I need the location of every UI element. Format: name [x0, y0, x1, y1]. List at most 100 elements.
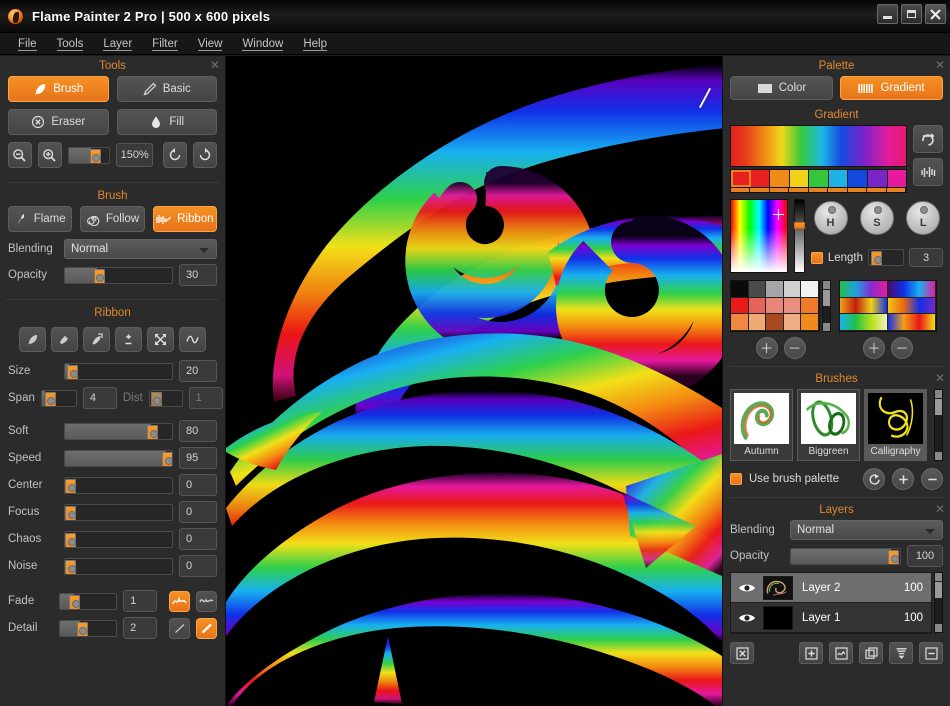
eraser-tool-button[interactable]: Eraser	[8, 109, 109, 135]
layers-panel-close-icon[interactable]: ✕	[935, 503, 945, 515]
basic-tool-button[interactable]: Basic	[116, 76, 217, 102]
ribbon-span-slider[interactable]	[40, 389, 77, 407]
ribbon-speed-slider[interactable]	[64, 449, 173, 467]
remove-color-button[interactable]: －	[783, 337, 806, 359]
ribbon-size-slider[interactable]	[64, 362, 173, 380]
color-palette-scrollbar[interactable]	[822, 280, 831, 332]
wave-a-icon[interactable]	[169, 590, 191, 612]
tab-gradient[interactable]: Gradient	[840, 76, 943, 100]
ribbon-focus-slider[interactable]	[64, 503, 173, 521]
ribbon-size-value[interactable]: 20	[179, 360, 217, 382]
duplicate-layer-icon[interactable]	[859, 642, 883, 664]
zoom-value[interactable]: 150%	[116, 143, 154, 167]
gradient-swatch-2[interactable]	[770, 170, 790, 187]
gradient-swatch-3[interactable]	[789, 170, 810, 187]
ribbon-center-value[interactable]: 0	[179, 474, 217, 496]
zoom-in-icon[interactable]	[37, 142, 62, 168]
layer-blending-select[interactable]: Normal	[790, 520, 943, 540]
ribbon-detail-value[interactable]: 2	[123, 617, 158, 639]
wave-icon[interactable]	[179, 327, 206, 352]
pen-icon[interactable]	[51, 327, 78, 352]
layer-opacity-value[interactable]: 100	[907, 545, 943, 567]
ribbon-mode-button[interactable]: Ribbon	[152, 206, 217, 232]
zoom-out-icon[interactable]	[8, 142, 32, 168]
plus-minus-icon[interactable]	[115, 327, 142, 352]
palette-panel-close-icon[interactable]: ✕	[935, 59, 945, 71]
ribbon-noise-value[interactable]: 0	[179, 555, 217, 577]
ribbon-dist-value[interactable]: 1	[188, 387, 223, 409]
line-thin-icon[interactable]	[169, 617, 191, 639]
loop-arrow-icon[interactable]	[913, 125, 943, 153]
layer-visibility-icon-2[interactable]	[731, 582, 763, 594]
brush-opacity-value[interactable]: 30	[179, 264, 217, 286]
brush-item-calligraphy[interactable]: Calligraphy	[864, 389, 927, 461]
brush-tool-button[interactable]: Brush	[8, 76, 109, 102]
luminance-handle[interactable]	[793, 222, 805, 229]
close-button[interactable]	[925, 4, 946, 24]
table-row[interactable]: Layer 2 100	[731, 573, 931, 603]
gradient-swatch-1[interactable]	[750, 170, 771, 187]
ribbon-dist-slider[interactable]	[148, 389, 183, 407]
color-palette-grid[interactable]	[730, 280, 820, 332]
follow-mode-button[interactable]: Follow	[80, 206, 145, 232]
ribbon-speed-value[interactable]: 95	[179, 447, 217, 469]
menu-window[interactable]: Window	[232, 36, 293, 52]
rotate-right-icon[interactable]	[193, 142, 217, 168]
ribbon-chaos-slider[interactable]	[64, 530, 173, 548]
ribbon-noise-slider[interactable]	[64, 557, 173, 575]
gradient-swatch-8[interactable]	[887, 170, 907, 187]
brush-item-biggreen[interactable]: Biggreen	[797, 389, 860, 461]
layer-list-scrollbar[interactable]	[934, 572, 943, 633]
gradient-swatch-4[interactable]	[809, 170, 829, 187]
ribbon-center-slider[interactable]	[64, 476, 173, 494]
add-gradient-button[interactable]: ＋	[863, 337, 885, 359]
gradient-preview-strip[interactable]	[730, 125, 907, 167]
zoom-slider[interactable]	[67, 146, 111, 164]
remove-gradient-button[interactable]: －	[891, 337, 913, 359]
merge-layer-icon[interactable]	[889, 642, 913, 664]
gradient-swatch-6[interactable]	[848, 170, 868, 187]
menu-tools[interactable]: Tools	[47, 36, 94, 52]
gradient-swatch-5[interactable]	[828, 170, 849, 187]
menu-view[interactable]: View	[188, 36, 233, 52]
tools-panel-close-icon[interactable]: ✕	[210, 59, 220, 71]
ribbon-soft-slider[interactable]	[64, 422, 173, 440]
hue-knob[interactable]: H	[813, 201, 848, 235]
delete-layer-icon[interactable]	[919, 642, 943, 664]
ribbon-detail-slider[interactable]	[59, 619, 118, 637]
ribbon-focus-value[interactable]: 0	[179, 501, 217, 523]
ribbon-chaos-value[interactable]: 0	[179, 528, 217, 550]
expand-icon[interactable]	[147, 327, 174, 352]
brushes-panel-close-icon[interactable]: ✕	[935, 372, 945, 384]
effect-layer-icon[interactable]	[829, 642, 853, 664]
ribbon-fade-value[interactable]: 1	[123, 590, 158, 612]
brush-opacity-slider[interactable]	[64, 266, 173, 284]
line-thick-icon[interactable]	[196, 617, 218, 639]
hsl-picker[interactable]	[730, 199, 788, 273]
wave-b-icon[interactable]	[196, 590, 218, 612]
menu-filter[interactable]: Filter	[142, 36, 188, 52]
quill-icon[interactable]	[19, 327, 46, 352]
canvas-area[interactable]	[226, 56, 722, 706]
rotate-left-icon[interactable]	[163, 142, 188, 168]
saturation-knob[interactable]: S	[859, 201, 894, 235]
flame-mode-button[interactable]: Flame	[8, 206, 73, 232]
ribbon-fade-slider[interactable]	[59, 592, 118, 610]
gradient-swatch-0[interactable]	[731, 170, 751, 187]
equalizer-icon[interactable]	[913, 158, 943, 186]
menu-help[interactable]: Help	[293, 36, 337, 52]
pen-arrow-icon[interactable]	[83, 327, 110, 352]
ribbon-soft-value[interactable]: 80	[179, 420, 217, 442]
menu-file[interactable]: File	[8, 36, 47, 52]
luminance-slider[interactable]	[793, 199, 805, 273]
clear-layer-icon[interactable]	[730, 642, 754, 664]
export-icon[interactable]	[863, 468, 885, 490]
use-brush-palette-checkbox[interactable]	[730, 473, 742, 485]
layer-visibility-icon-1[interactable]	[731, 612, 763, 624]
minus-circle-icon[interactable]	[921, 468, 943, 490]
fill-tool-button[interactable]: Fill	[116, 109, 217, 135]
add-color-button[interactable]: ＋	[755, 337, 778, 359]
artwork-canvas[interactable]	[226, 56, 722, 706]
menu-layer[interactable]: Layer	[93, 36, 142, 52]
minimize-button[interactable]	[877, 4, 898, 24]
